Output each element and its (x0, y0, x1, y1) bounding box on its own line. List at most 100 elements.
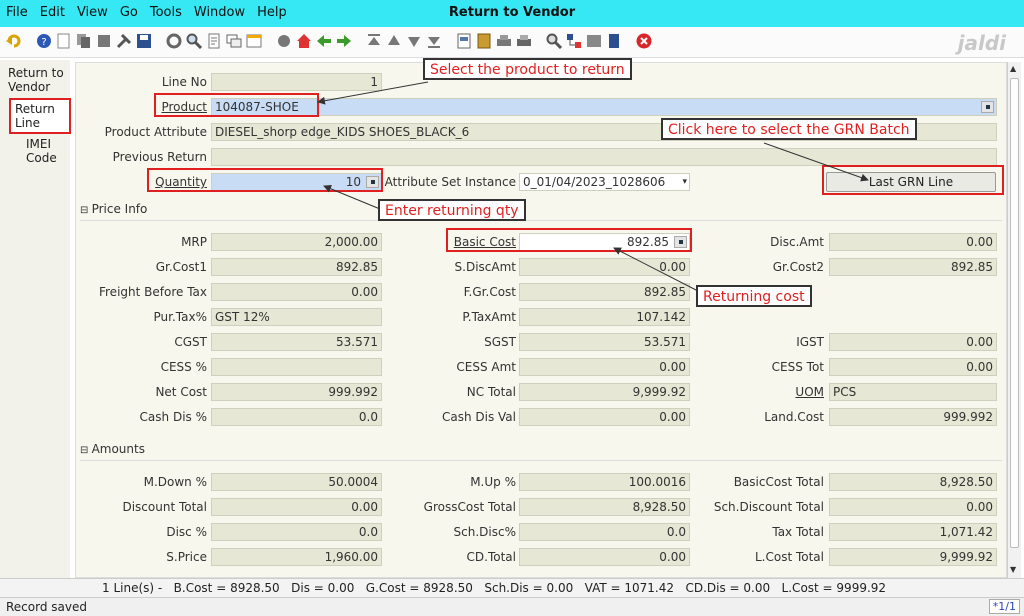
disc-amt-field[interactable]: 0.00 (829, 233, 997, 251)
tab-return-line[interactable]: Return Line (9, 98, 71, 134)
cash-dis-pct-field[interactable]: 0.0 (211, 408, 382, 426)
close-window-icon[interactable] (636, 33, 652, 49)
home-dot-icon[interactable] (276, 33, 292, 49)
gross-cost-total-field[interactable]: 8,928.50 (519, 498, 690, 516)
callout-select-product: Select the product to return (423, 58, 632, 80)
svg-text:?: ? (41, 37, 46, 48)
igst-field[interactable]: 0.00 (829, 333, 997, 351)
menu-tools[interactable]: Tools (150, 5, 182, 20)
s-price-field[interactable]: 1,960.00 (211, 548, 382, 566)
refresh-icon[interactable] (166, 33, 182, 49)
discount-total-label: Discount Total (122, 500, 207, 514)
cd-total-field[interactable]: 0.00 (519, 548, 690, 566)
scroll-up-icon[interactable]: ▲ (1010, 64, 1016, 73)
discount-total-field[interactable]: 0.00 (211, 498, 382, 516)
tab-return-to-vendor[interactable]: Return to Vendor (4, 64, 68, 96)
archive-icon[interactable] (476, 33, 492, 49)
new-record-icon[interactable] (56, 33, 72, 49)
land-cost-field[interactable]: 999.992 (829, 408, 997, 426)
delete-icon[interactable] (96, 33, 112, 49)
cess-amt-field[interactable]: 0.00 (519, 358, 690, 376)
find-icon[interactable] (186, 33, 202, 49)
tax-total-field[interactable]: 1,071.42 (829, 523, 997, 541)
basic-cost-highlight (446, 228, 692, 252)
tab-imei-code[interactable]: IMEI Code (22, 135, 70, 167)
attachment-icon[interactable] (206, 33, 222, 49)
history-icon[interactable] (246, 33, 262, 49)
previous-return-field[interactable] (211, 148, 997, 166)
cash-dis-val-field[interactable]: 0.00 (519, 408, 690, 426)
sgst-label: SGST (484, 335, 516, 349)
basic-cost-total-field[interactable]: 8,928.50 (829, 473, 997, 491)
copy-record-icon[interactable] (76, 33, 92, 49)
sch-discount-total-field[interactable]: 0.00 (829, 498, 997, 516)
scroll-thumb[interactable] (1010, 78, 1019, 548)
help-icon[interactable]: ? (36, 33, 52, 49)
price-info-divider (80, 220, 1002, 221)
igst-label: IGST (796, 335, 824, 349)
m-down-field[interactable]: 50.0004 (211, 473, 382, 491)
last-record-icon[interactable] (426, 33, 442, 49)
cash-dis-val-label: Cash Dis Val (441, 410, 516, 424)
forward-icon[interactable] (336, 33, 352, 49)
tax-total-label: Tax Total (772, 525, 824, 539)
menu-help[interactable]: Help (257, 5, 287, 20)
tools-icon[interactable] (116, 33, 132, 49)
menu-edit[interactable]: Edit (40, 5, 65, 20)
request-icon[interactable] (586, 33, 602, 49)
previous-record-icon[interactable] (386, 33, 402, 49)
workflow-icon[interactable] (566, 33, 582, 49)
back-icon[interactable] (316, 33, 332, 49)
freight-field[interactable]: 0.00 (211, 283, 382, 301)
cess-pct-field[interactable] (211, 358, 382, 376)
price-info-section[interactable]: Price Info (80, 202, 148, 216)
first-record-icon[interactable] (366, 33, 382, 49)
pur-tax-field[interactable]: GST 12% (211, 308, 382, 326)
next-record-icon[interactable] (406, 33, 422, 49)
m-up-field[interactable]: 100.0016 (519, 473, 690, 491)
f-gr-cost-field[interactable]: 892.85 (519, 283, 690, 301)
last-grn-highlight (822, 165, 1004, 195)
l-cost-total-field[interactable]: 9,999.92 (829, 548, 997, 566)
menu-go[interactable]: Go (120, 5, 138, 20)
p-tax-amt-field[interactable]: 107.142 (519, 308, 690, 326)
attribute-set-instance-select[interactable]: 0_01/04/2023_1028606 ▾ (519, 173, 690, 191)
gr-cost2-field[interactable]: 892.85 (829, 258, 997, 276)
cess-tot-field[interactable]: 0.00 (829, 358, 997, 376)
cgst-field[interactable]: 53.571 (211, 333, 382, 351)
net-cost-field[interactable]: 999.992 (211, 383, 382, 401)
product-info-icon[interactable] (606, 33, 622, 49)
sgst-field[interactable]: 53.571 (519, 333, 690, 351)
chat-icon[interactable] (226, 33, 242, 49)
product-lookup-icon[interactable] (981, 101, 994, 113)
scroll-down-icon[interactable]: ▼ (1010, 565, 1016, 574)
nc-total-field[interactable]: 9,999.92 (519, 383, 690, 401)
line-no-field[interactable]: 1 (211, 73, 382, 91)
home-icon[interactable] (296, 33, 312, 49)
menu-view[interactable]: View (77, 5, 108, 20)
s-disc-amt-field[interactable]: 0.00 (519, 258, 690, 276)
save-icon[interactable] (136, 33, 152, 49)
menu-window[interactable]: Window (194, 5, 245, 20)
form-scrollbar[interactable]: ▲ ▼ (1007, 62, 1021, 578)
menu-bar: File Edit View Go Tools Window Help (6, 5, 287, 20)
product-field[interactable]: 104087-SHOE (211, 98, 997, 116)
previous-return-label: Previous Return (112, 150, 207, 164)
print-preview-icon[interactable] (496, 33, 512, 49)
net-cost-label: Net Cost (155, 385, 207, 399)
sch-disc-pct-field[interactable]: 0.0 (519, 523, 690, 541)
freight-label: Freight Before Tax (98, 285, 207, 299)
undo-icon[interactable] (6, 33, 22, 49)
menu-file[interactable]: File (6, 5, 28, 20)
mrp-field[interactable]: 2,000.00 (211, 233, 382, 251)
print-icon[interactable] (516, 33, 532, 49)
page-indicator[interactable]: *1/1 (988, 599, 1020, 614)
report-icon[interactable] (456, 33, 472, 49)
disc-pct-field[interactable]: 0.0 (211, 523, 382, 541)
amounts-section[interactable]: Amounts (80, 442, 145, 456)
pur-tax-label: Pur.Tax% (153, 310, 207, 324)
gr-cost1-field[interactable]: 892.85 (211, 258, 382, 276)
uom-field[interactable]: PCS (829, 383, 997, 401)
zoom-icon[interactable] (546, 33, 562, 49)
l-cost-total-label: L.Cost Total (754, 550, 824, 564)
